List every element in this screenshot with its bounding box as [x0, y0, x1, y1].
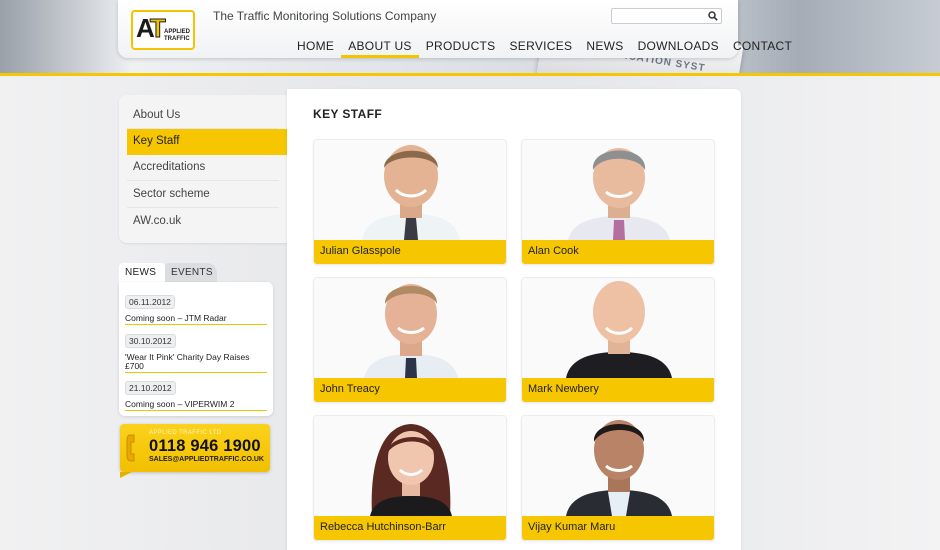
tab-events[interactable]: EVENTS [165, 263, 217, 284]
search-icon[interactable] [708, 11, 718, 21]
staff-name: Julian Glasspole [314, 240, 506, 264]
news-item: 21.10.2012 Coming soon – VIPERWIM 2 [125, 378, 267, 411]
staff-card[interactable]: Vijay Kumar Maru [521, 415, 715, 541]
header-accent-strip [0, 73, 940, 76]
company-tagline: The Traffic Monitoring Solutions Company [213, 9, 437, 23]
search-input[interactable] [614, 9, 704, 23]
staff-photo [522, 278, 714, 378]
nav-home[interactable]: HOME [290, 36, 341, 58]
tab-news[interactable]: NEWS [119, 263, 165, 284]
page-title: KEY STAFF [313, 107, 383, 121]
staff-card[interactable]: Mark Newbery [521, 277, 715, 403]
news-item: 30.10.2012 'Wear It Pink' Charity Day Ra… [125, 331, 267, 373]
logo-wordmark: APPLIED TRAFFIC [164, 29, 191, 42]
staff-photo [314, 278, 506, 378]
news-panel: 06.11.2012 Coming soon – JTM Radar 30.10… [119, 282, 273, 416]
phone-icon [126, 434, 135, 462]
company-logo[interactable]: AT APPLIED TRAFFIC [131, 10, 195, 50]
staff-photo [522, 140, 714, 240]
news-title-link[interactable]: Coming soon – JTM Radar [125, 314, 267, 325]
staff-name: Mark Newbery [522, 378, 714, 402]
staff-name: Alan Cook [522, 240, 714, 264]
news-date: 06.11.2012 [125, 295, 175, 309]
contact-box[interactable]: APPLIED TRAFFIC LTD 0118 946 1900 SALES@… [120, 424, 270, 478]
logo-mark: AT [136, 13, 166, 44]
staff-card[interactable]: Alan Cook [521, 139, 715, 265]
content-panel: KEY STAFF Julian Glasspole Alan Cook Joh… [287, 89, 741, 550]
news-item: 06.11.2012 Coming soon – JTM Radar [125, 292, 267, 325]
main-nav: HOME ABOUT US PRODUCTS SERVICES NEWS DOW… [290, 36, 799, 58]
sidebar-item-about-us[interactable]: About Us [127, 103, 279, 129]
nav-services[interactable]: SERVICES [502, 36, 579, 58]
staff-photo [314, 416, 506, 516]
staff-photo [314, 140, 506, 240]
staff-card[interactable]: Julian Glasspole [313, 139, 507, 265]
contact-company: APPLIED TRAFFIC LTD [149, 430, 222, 436]
staff-photo [522, 416, 714, 516]
staff-card[interactable]: Rebecca Hutchinson-Barr [313, 415, 507, 541]
nav-news[interactable]: NEWS [579, 36, 630, 58]
news-date: 30.10.2012 [125, 334, 176, 348]
news-title-link[interactable]: 'Wear It Pink' Charity Day Raises £700 [125, 353, 267, 373]
contact-phone[interactable]: 0118 946 1900 [149, 437, 261, 456]
staff-card[interactable]: John Treacy [313, 277, 507, 403]
news-date: 21.10.2012 [125, 381, 176, 395]
sidebar-item-key-staff[interactable]: Key Staff [127, 129, 299, 155]
sidebar-item-aw-co-uk[interactable]: AW.co.uk [127, 209, 279, 235]
search-box [611, 8, 722, 24]
news-title-link[interactable]: Coming soon – VIPERWIM 2 [125, 400, 267, 411]
nav-about-us[interactable]: ABOUT US [341, 36, 419, 58]
nav-products[interactable]: PRODUCTS [419, 36, 503, 58]
staff-name: John Treacy [314, 378, 506, 402]
section-menu: About Us Key Staff Accreditations Sector… [119, 95, 299, 243]
staff-name: Vijay Kumar Maru [522, 516, 714, 540]
contact-email[interactable]: SALES@APPLIEDTRAFFIC.CO.UK [149, 456, 264, 463]
nav-contact[interactable]: CONTACT [726, 36, 799, 58]
staff-name: Rebecca Hutchinson-Barr [314, 516, 506, 540]
sidebar-item-sector-scheme[interactable]: Sector scheme [127, 182, 279, 208]
sidebar-item-accreditations[interactable]: Accreditations [127, 155, 279, 181]
nav-downloads[interactable]: DOWNLOADS [631, 36, 726, 58]
